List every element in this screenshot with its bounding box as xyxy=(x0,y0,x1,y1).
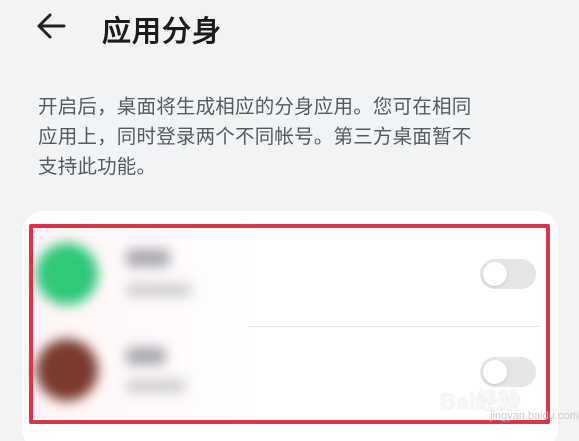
page-title: 应用分身 xyxy=(102,14,223,48)
description-text: 开启后，桌面将生成相应的分身应用。您可在相同 应用上，同时登录两个不同帐号。第三… xyxy=(38,92,548,182)
back-arrow-icon xyxy=(37,13,66,39)
header: 应用分身 xyxy=(0,0,579,60)
app-twin-settings-page: 应用分身 开启后，桌面将生成相应的分身应用。您可在相同 应用上，同时登录两个不同… xyxy=(0,0,579,441)
watermark-url: jingyan.baidu.com xyxy=(490,410,579,422)
description-line: 支持此功能。 xyxy=(38,155,157,178)
description-line: 开启后，桌面将生成相应的分身应用。您可在相同 xyxy=(38,95,472,118)
back-button[interactable] xyxy=(34,6,76,46)
description-line: 应用上，同时登录两个不同帐号。第三方桌面暂不 xyxy=(38,125,472,148)
